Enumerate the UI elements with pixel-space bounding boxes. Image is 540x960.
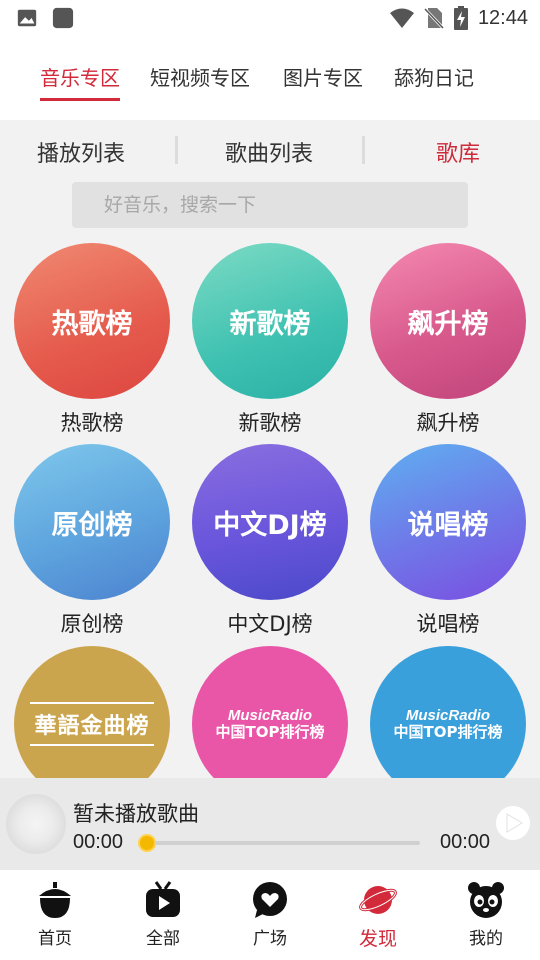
status-bar: 12:44 [0,0,540,38]
acorn-icon [39,882,71,918]
cover-brand: MusicRadio [405,706,491,724]
nav-all[interactable]: 全部 [118,880,208,949]
app-icon [52,7,74,29]
chart-caption: 原创榜 [60,612,124,636]
chart-cover[interactable]: MusicRadio 中国TOP排行榜 [370,646,526,778]
cover-title: 热歌榜 [51,308,133,340]
cover-title: 原创榜 [51,509,133,541]
nav-label: 全部 [146,929,180,949]
tab-pictures[interactable]: 图片专区 [283,62,363,91]
planet-icon [359,886,397,914]
search-input[interactable] [72,182,468,228]
chart-caption: 中文DJ榜 [227,612,313,636]
chart-cover[interactable]: 说唱榜 [370,444,526,600]
play-button[interactable] [496,806,530,840]
tv-icon [146,881,180,917]
now-playing-title: 暂未播放歌曲 [73,802,199,826]
play-icon [506,813,523,833]
cover-title: 新歌榜 [229,308,311,340]
nav-label: 首页 [38,929,72,949]
chart-cover[interactable]: MusicRadio 中国TOP排行榜 [192,646,348,778]
chart-cover[interactable]: 新歌榜 [192,243,348,399]
chart-card-rap[interactable]: 说唱榜 说唱榜 [370,444,526,638]
chart-caption: 新歌榜 [238,411,302,435]
cover-title: 说唱榜 [407,509,489,541]
wifi-icon [389,8,414,28]
chart-card-new[interactable]: 新歌榜 新歌榜 [192,243,348,437]
mini-player: 暂未播放歌曲 00:00 00:00 [0,778,540,870]
album-disc[interactable] [6,794,66,854]
progress-track[interactable] [146,841,420,845]
tab-short-video[interactable]: 短视频专区 [150,62,250,91]
chart-cover[interactable]: 热歌榜 [14,243,170,399]
image-icon [17,9,37,27]
chart-caption: 说唱榜 [416,612,480,636]
cover-title: 中国TOP排行榜 [393,723,503,741]
chart-cover[interactable]: 原创榜 [14,444,170,600]
nav-square[interactable]: 广场 [225,880,315,949]
chart-card-musicradio-1[interactable]: MusicRadio 中国TOP排行榜 [192,646,348,778]
no-sim-icon [423,7,444,29]
chart-cover[interactable]: 華語金曲榜 [14,646,170,778]
cover-title: 中文DJ榜 [213,509,327,541]
nav-home[interactable]: 首页 [10,880,100,949]
tab-diary[interactable]: 舔狗日记 [394,62,474,91]
battery-charging-icon [453,6,468,30]
chart-card-hot[interactable]: 热歌榜 热歌榜 [14,243,170,437]
chart-card-musicradio-2[interactable]: MusicRadio 中国TOP排行榜 [370,646,526,778]
chart-card-golden[interactable]: 華語金曲榜 [14,646,170,778]
chart-caption: 热歌榜 [60,411,124,435]
chart-cover[interactable]: 中文DJ榜 [192,444,348,600]
progress-thumb[interactable] [138,834,156,852]
tab-music[interactable]: 音乐专区 [40,62,120,91]
panda-icon [468,882,504,918]
music-library: 播放列表 歌曲列表 歌库 热歌榜 热歌榜 新歌榜 新歌榜 飙升榜 飙升榜 原创榜… [0,120,540,778]
cover-brand: MusicRadio [227,706,313,724]
cover-title: 中国TOP排行榜 [215,723,325,741]
active-tab-underline [40,98,120,101]
chart-card-rising[interactable]: 飙升榜 飙升榜 [370,243,526,437]
sub-tab-bar: 播放列表 歌曲列表 歌库 [0,120,540,180]
subtab-playlist[interactable]: 播放列表 [37,136,125,168]
nav-mine[interactable]: 我的 [441,880,531,949]
chart-card-dj[interactable]: 中文DJ榜 中文DJ榜 [192,444,348,638]
clock: 12:44 [477,6,528,29]
chart-cover[interactable]: 飙升榜 [370,243,526,399]
nav-label: 我的 [469,929,503,949]
chart-card-original[interactable]: 原创榜 原创榜 [14,444,170,638]
chart-caption: 飙升榜 [416,411,480,435]
subtab-song-list[interactable]: 歌曲列表 [225,136,313,168]
cover-title: 飙升榜 [407,308,489,340]
cover-title: 華語金曲榜 [30,702,154,746]
subtab-divider [175,136,178,164]
chat-heart-icon [253,882,287,918]
nav-label: 广场 [253,929,287,949]
subtab-divider [362,136,365,164]
bottom-nav: 首页 全部 广场 发现 我的 [0,870,540,960]
subtab-library[interactable]: 歌库 [436,136,480,168]
current-time: 00:00 [73,831,124,853]
nav-discover[interactable]: 发现 [333,880,423,951]
total-time: 00:00 [440,831,491,853]
nav-label: 发现 [358,928,397,950]
top-tab-bar: 音乐专区 短视频专区 图片专区 舔狗日记 [0,38,540,120]
